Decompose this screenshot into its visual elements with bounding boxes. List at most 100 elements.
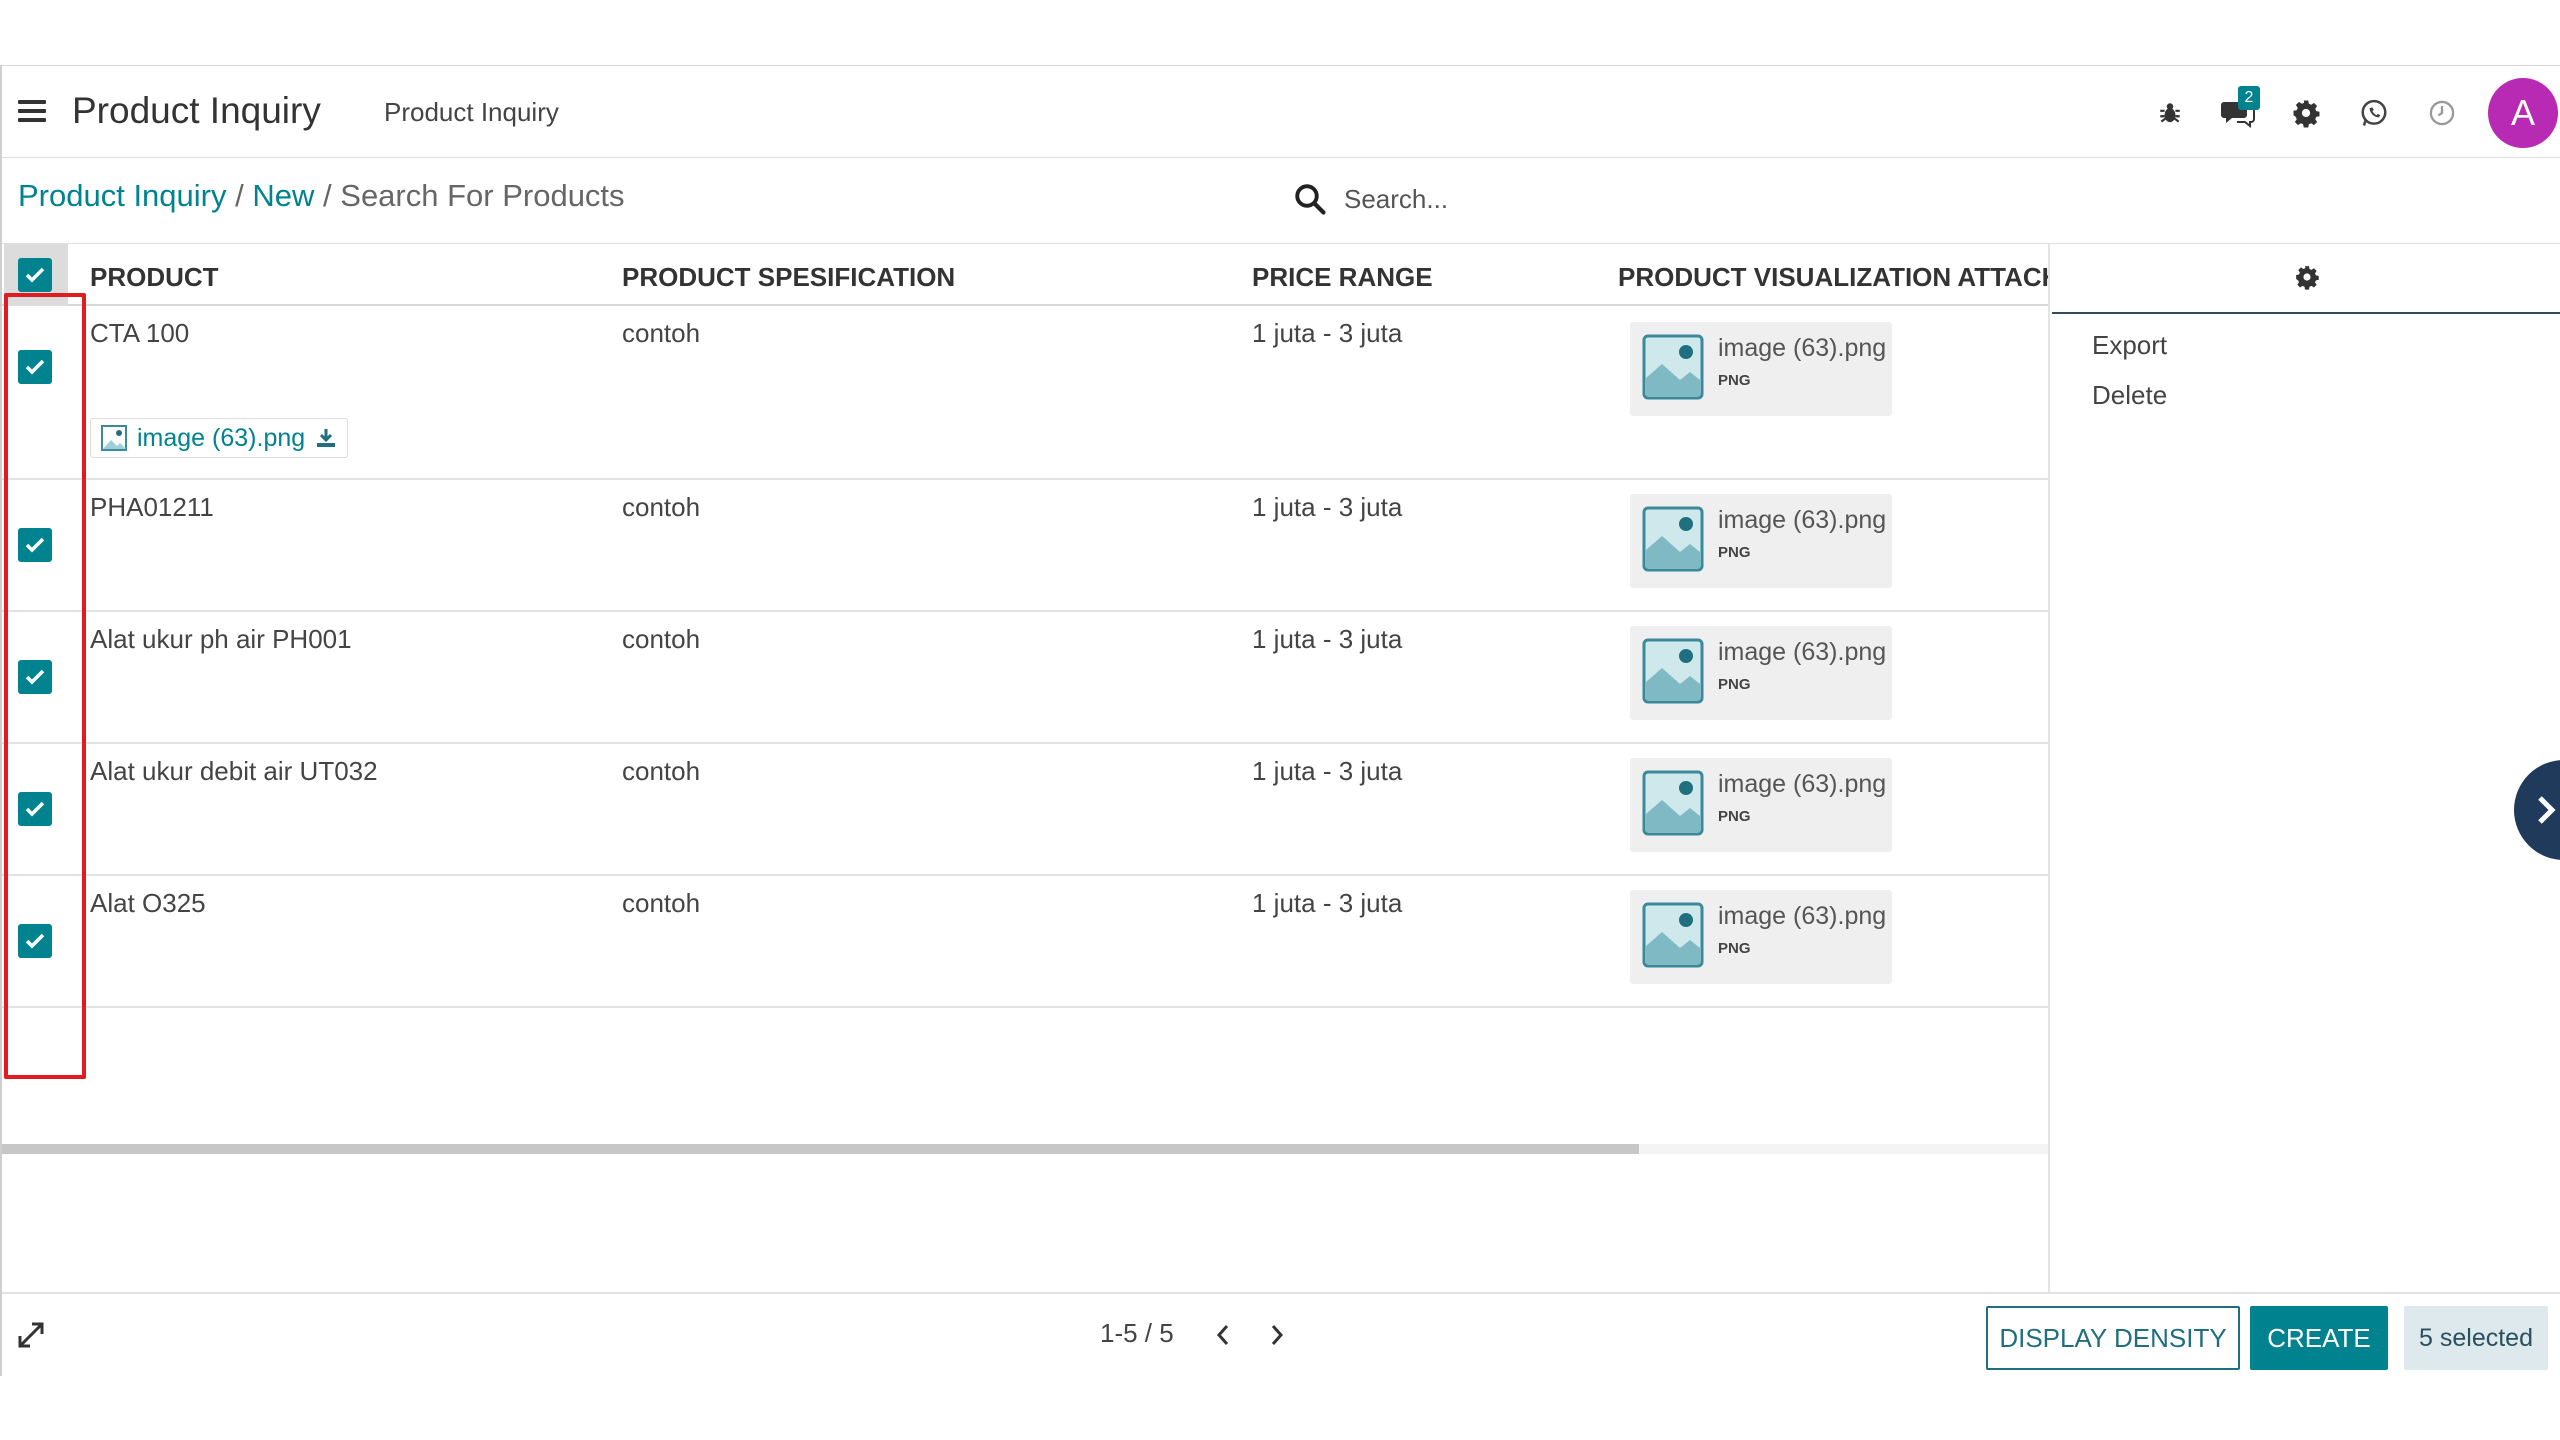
pager-previous-button[interactable] <box>1206 1318 1240 1352</box>
checkmark-icon <box>25 801 45 817</box>
breadcrumb: Product Inquiry / New / Search For Produ… <box>18 178 625 214</box>
column-header-product[interactable]: PRODUCT <box>90 262 219 293</box>
image-file-icon <box>1642 770 1704 836</box>
row-checkbox[interactable] <box>18 528 52 562</box>
app-title: Product Inquiry <box>72 90 321 131</box>
table-row[interactable]: CTA 100 contoh 1 juta - 3 juta image (63… <box>2 306 2048 480</box>
clock-icon[interactable] <box>2408 78 2476 148</box>
cell-spec: contoh <box>622 492 701 522</box>
column-header-attachment[interactable]: PRODUCT VISUALIZATION ATTACHM <box>1618 262 2048 293</box>
breadcrumb-item-product-inquiry[interactable]: Product Inquiry <box>18 178 227 213</box>
pager-value[interactable]: 1-5 / 5 <box>1100 1318 1174 1349</box>
image-file-icon <box>1642 638 1704 704</box>
search-input[interactable] <box>1344 183 1884 215</box>
image-file-icon <box>1642 334 1704 400</box>
selected-count-badge: 5 selected <box>2404 1306 2548 1370</box>
attachment-type: PNG <box>1718 940 1751 957</box>
horizontal-scrollbar-thumb[interactable] <box>2 1144 1639 1154</box>
cell-price: 1 juta - 3 juta <box>1252 318 1403 348</box>
chat-count-badge: 2 <box>2238 86 2260 110</box>
cell-price: 1 juta - 3 juta <box>1252 888 1403 918</box>
row-checkbox[interactable] <box>18 924 52 958</box>
attachment-name: image (63).png <box>1718 770 1887 798</box>
footer-bar: 1-5 / 5 DISPLAY DENSITY CREATE 5 selecte… <box>2 1292 2560 1376</box>
row-checkbox[interactable] <box>18 660 52 694</box>
whatsapp-icon[interactable] <box>2340 78 2408 148</box>
breadcrumb-current: Search For Products <box>340 178 625 213</box>
side-action-panel: Export Delete <box>2052 244 2560 1292</box>
attachment-name: image (63).png <box>1718 506 1887 534</box>
cell-price: 1 juta - 3 juta <box>1252 756 1403 786</box>
download-icon[interactable] <box>315 427 337 449</box>
chevron-right-icon <box>1271 1325 1284 1345</box>
checkmark-icon <box>25 267 45 283</box>
side-panel-header <box>2052 244 2560 314</box>
image-file-icon <box>101 425 127 451</box>
chevron-right-icon <box>2538 796 2556 824</box>
attachment-type: PNG <box>1718 544 1751 561</box>
checkmark-icon <box>25 359 45 375</box>
attachment-name: image (63).png <box>1718 334 1887 362</box>
hamburger-menu-icon[interactable] <box>18 100 46 122</box>
attachment-name: image (63).png <box>1718 902 1887 930</box>
attachment-type: PNG <box>1718 676 1751 693</box>
attachment-name: image (63).png <box>1718 638 1887 666</box>
cell-product: CTA 100 <box>90 318 190 348</box>
attachment-card[interactable]: image (63).png PNG <box>1630 890 1892 984</box>
attachment-card[interactable]: image (63).png PNG <box>1630 758 1892 852</box>
cell-product: Alat ukur debit air UT032 <box>90 756 378 786</box>
expand-icon[interactable] <box>16 1320 46 1350</box>
bug-icon[interactable] <box>2136 78 2204 148</box>
cell-spec: contoh <box>622 888 701 918</box>
pager-next-button[interactable] <box>1260 1318 1294 1352</box>
app-window: Product Inquiry Product Inquiry 2 A Prod… <box>0 65 2560 1376</box>
gear-icon[interactable] <box>2294 264 2320 290</box>
breadcrumb-separator: / <box>323 178 332 213</box>
image-file-icon <box>1642 506 1704 572</box>
search-icon[interactable] <box>1292 181 1328 217</box>
cell-product: Alat O325 <box>90 888 206 918</box>
action-delete[interactable]: Delete <box>2092 380 2167 411</box>
cell-spec: contoh <box>622 624 701 654</box>
table-row[interactable]: Alat ukur ph air PH001 contoh 1 juta - 3… <box>2 612 2048 744</box>
checkmark-icon <box>25 537 45 553</box>
table-row[interactable]: PHA01211 contoh 1 juta - 3 juta image (6… <box>2 480 2048 612</box>
breadcrumb-separator: / <box>235 178 244 213</box>
cell-spec: contoh <box>622 756 701 786</box>
checkmark-icon <box>25 933 45 949</box>
search-bar <box>1292 176 1912 222</box>
action-export[interactable]: Export <box>2092 330 2167 361</box>
chat-icon[interactable]: 2 <box>2204 78 2272 148</box>
attachment-card[interactable]: image (63).png PNG <box>1630 626 1892 720</box>
user-avatar[interactable]: A <box>2488 78 2558 148</box>
attachment-card[interactable]: image (63).png PNG <box>1630 494 1892 588</box>
row-checkbox[interactable] <box>18 792 52 826</box>
table-row[interactable]: Alat O325 contoh 1 juta - 3 juta image (… <box>2 876 2048 1008</box>
inline-attachment[interactable]: image (63).png <box>90 418 349 458</box>
row-checkbox[interactable] <box>18 350 52 384</box>
inline-attachment-name: image (63).png <box>137 423 306 452</box>
attachment-card[interactable]: image (63).png PNG <box>1630 322 1892 416</box>
column-header-spec[interactable]: PRODUCT SPESIFICATION <box>622 262 955 293</box>
gear-icon[interactable] <box>2272 78 2340 148</box>
column-header-price[interactable]: PRICE RANGE <box>1252 262 1433 293</box>
cell-spec: contoh <box>622 318 701 348</box>
control-panel: Product Inquiry / New / Search For Produ… <box>2 158 2560 244</box>
top-navbar: Product Inquiry Product Inquiry 2 A <box>2 65 2560 158</box>
systray: 2 A <box>2136 78 2560 148</box>
cell-product: PHA01211 <box>90 492 214 522</box>
breadcrumb-item-new[interactable]: New <box>252 178 314 213</box>
list-view: PRODUCT PRODUCT SPESIFICATION PRICE RANG… <box>2 244 2050 1292</box>
cell-price: 1 juta - 3 juta <box>1252 624 1403 654</box>
menu-item-product-inquiry[interactable]: Product Inquiry <box>384 97 559 128</box>
checkmark-icon <box>25 669 45 685</box>
create-button[interactable]: CREATE <box>2250 1306 2388 1370</box>
select-all-checkbox[interactable] <box>18 258 52 292</box>
image-file-icon <box>1642 902 1704 968</box>
attachment-type: PNG <box>1718 372 1751 389</box>
table-header: PRODUCT PRODUCT SPESIFICATION PRICE RANG… <box>2 244 2048 306</box>
cell-price: 1 juta - 3 juta <box>1252 492 1403 522</box>
attachment-type: PNG <box>1718 808 1751 825</box>
table-row[interactable]: Alat ukur debit air UT032 contoh 1 juta … <box>2 744 2048 876</box>
display-density-button[interactable]: DISPLAY DENSITY <box>1986 1306 2240 1370</box>
